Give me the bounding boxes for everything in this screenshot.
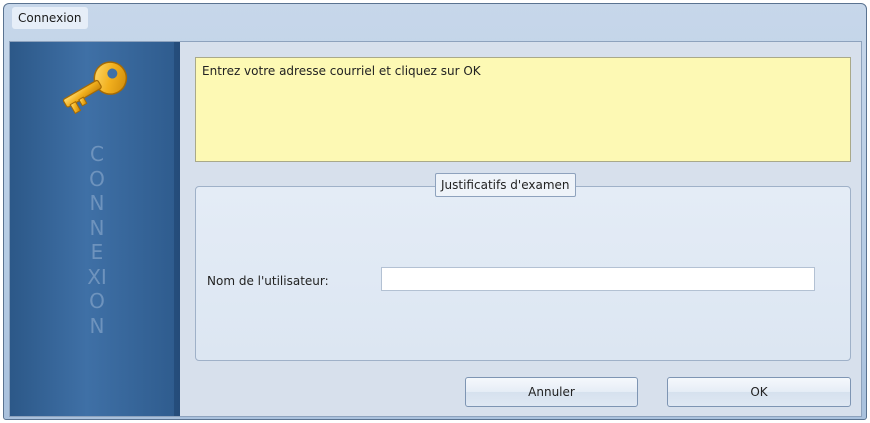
sidebar-panel: CONNEXION [10,42,180,416]
login-dialog: Connexion CONNEXION Entrez votre adresse… [3,3,867,420]
window-title: Connexion [12,7,88,29]
title-bar[interactable]: Connexion [4,4,866,36]
username-label: Nom de l'utilisateur: [207,274,329,288]
sidebar-vertical-label: CONNEXION [87,142,107,338]
key-icon [62,61,128,115]
dialog-body: CONNEXION Entrez votre adresse courriel … [9,41,862,417]
username-input[interactable] [381,267,815,291]
credentials-group: Justificatifs d'examen Nom de l'utilisat… [195,173,851,361]
credentials-group-legend: Justificatifs d'examen [435,173,576,197]
ok-button[interactable]: OK [667,377,851,407]
instruction-message: Entrez votre adresse courriel et cliquez… [195,57,851,162]
cancel-button[interactable]: Annuler [465,377,638,407]
